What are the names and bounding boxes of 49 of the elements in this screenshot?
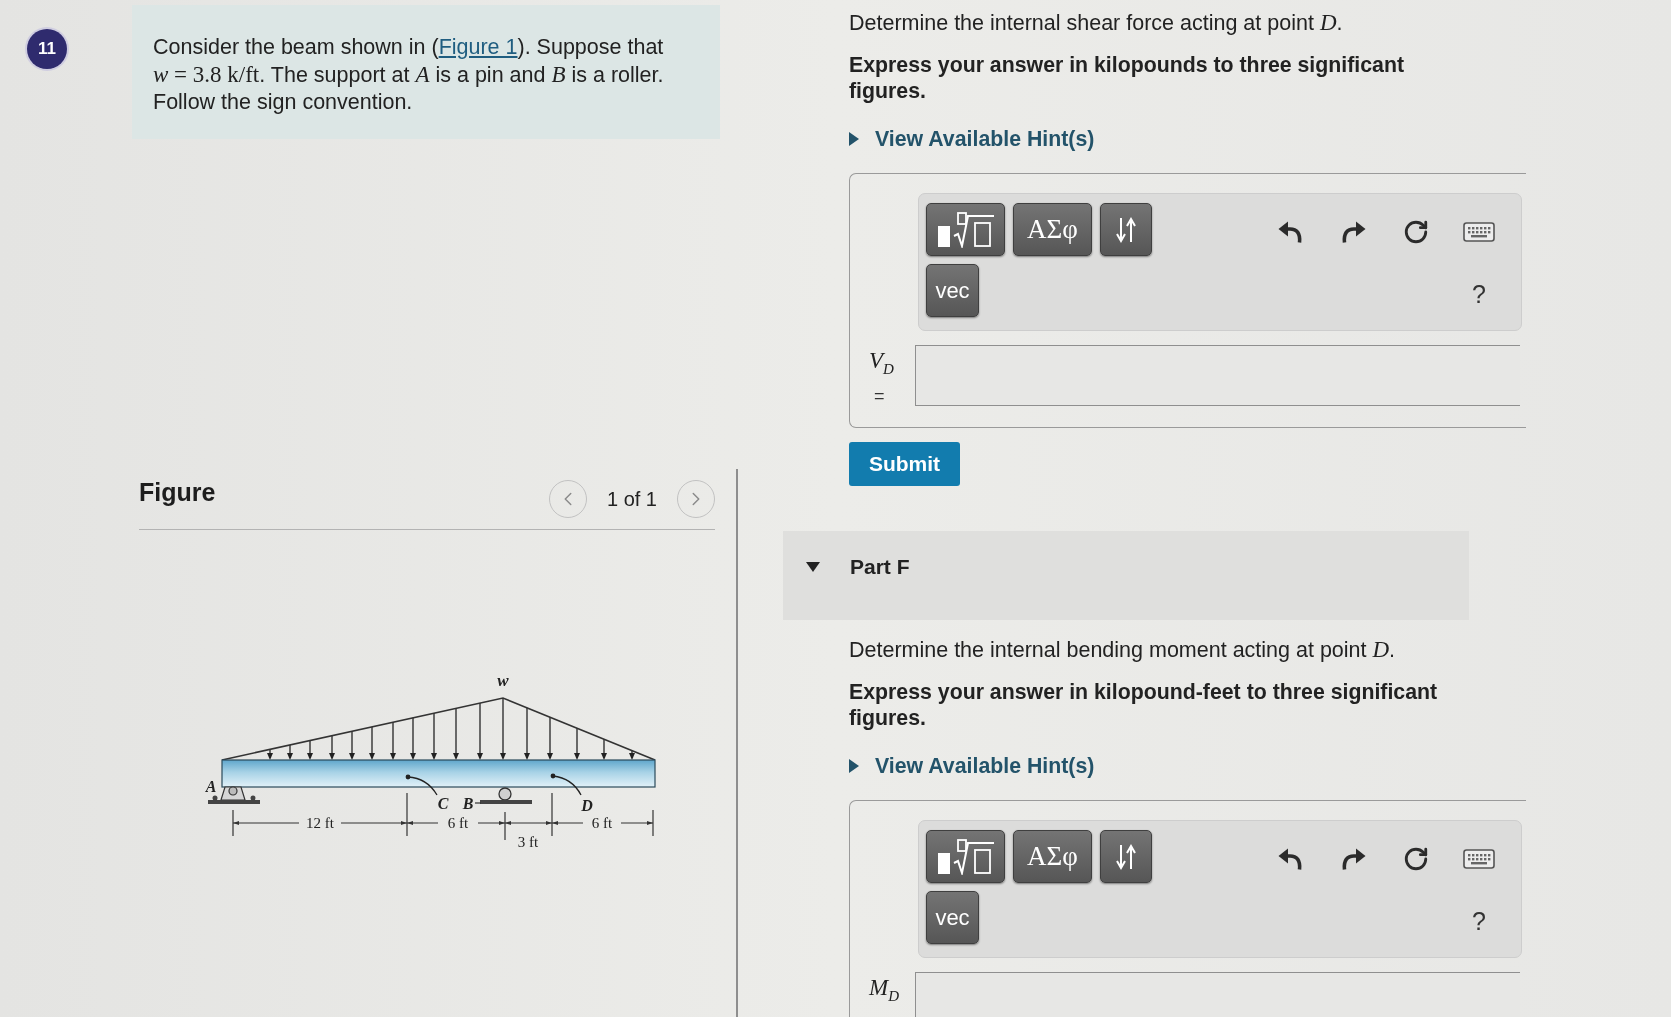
answer-input[interactable] — [915, 345, 1520, 406]
vector-button[interactable]: vec — [926, 891, 979, 944]
answer-instruction: Express your answer in kilopound-feet to three significant figures. — [849, 679, 1439, 731]
reset-icon — [1403, 846, 1429, 872]
hints-toggle[interactable]: View Available Hint(s) — [849, 127, 1095, 151]
question-number: 11 — [27, 29, 67, 69]
templates-button[interactable] — [926, 203, 1005, 256]
vector-button[interactable]: vec — [926, 264, 979, 317]
equals-sign: = — [873, 385, 885, 406]
reset-icon — [1403, 219, 1429, 245]
arrows-button[interactable] — [1100, 203, 1152, 256]
submit-button[interactable]: Submit — [849, 442, 960, 486]
symbols-button[interactable]: ΑΣφ — [1013, 203, 1092, 256]
dimension-label: 6 ft — [447, 815, 469, 831]
undo-icon — [1277, 220, 1303, 244]
keyboard-icon — [1463, 222, 1495, 242]
point-label: A — [205, 778, 217, 795]
redo-icon — [1340, 847, 1366, 871]
figure-link[interactable]: Figure 1 — [438, 35, 518, 59]
redo-icon — [1340, 220, 1366, 244]
answer-instruction: Express your answer in kilopounds to three significant figures. — [849, 52, 1406, 104]
hints-toggle[interactable]: View Available Hint(s) — [849, 754, 1095, 778]
dimension-label: 3 ft — [517, 834, 539, 850]
undo-icon — [1277, 847, 1303, 871]
up-down-arrows-icon — [1115, 843, 1137, 870]
figure-title: Figure — [139, 477, 216, 507]
root-template-icon — [936, 211, 995, 248]
symbols-button[interactable]: ΑΣφ — [1013, 830, 1092, 883]
variable-label: V$_{D}$ — [869, 348, 894, 379]
dimension-label: 12 ft — [306, 815, 334, 831]
point-label: D — [581, 797, 593, 814]
part-header[interactable]: Part F — [783, 531, 1469, 620]
up-down-arrows-icon — [1115, 216, 1137, 243]
help-button[interactable]: ? — [1461, 906, 1497, 936]
answer-input[interactable] — [915, 972, 1520, 1017]
load-label: w — [497, 671, 509, 690]
point-label: C — [437, 795, 449, 812]
templates-button[interactable] — [926, 830, 1005, 883]
variable-label: M$_{D}$ — [869, 975, 899, 1006]
root-template-icon — [936, 838, 995, 875]
arrows-button[interactable] — [1100, 830, 1152, 883]
keyboard-icon — [1463, 849, 1495, 869]
question-prompt: Determine the internal shear force acting at point D. — [849, 10, 1343, 36]
help-button[interactable]: ? — [1461, 279, 1497, 309]
page-counter: 1 of 1 — [606, 487, 657, 511]
question-prompt: Determine the internal bending moment acting at point D. — [849, 637, 1396, 663]
point-label: B — [462, 795, 474, 812]
dimension-label: 6 ft — [591, 815, 613, 831]
problem-statement: Consider the beam shown in (Figure 1). Suppose that w = 3.8 k/ft. The support at A is a pin and B is a roller. Follow the sign convention. — [153, 34, 665, 116]
